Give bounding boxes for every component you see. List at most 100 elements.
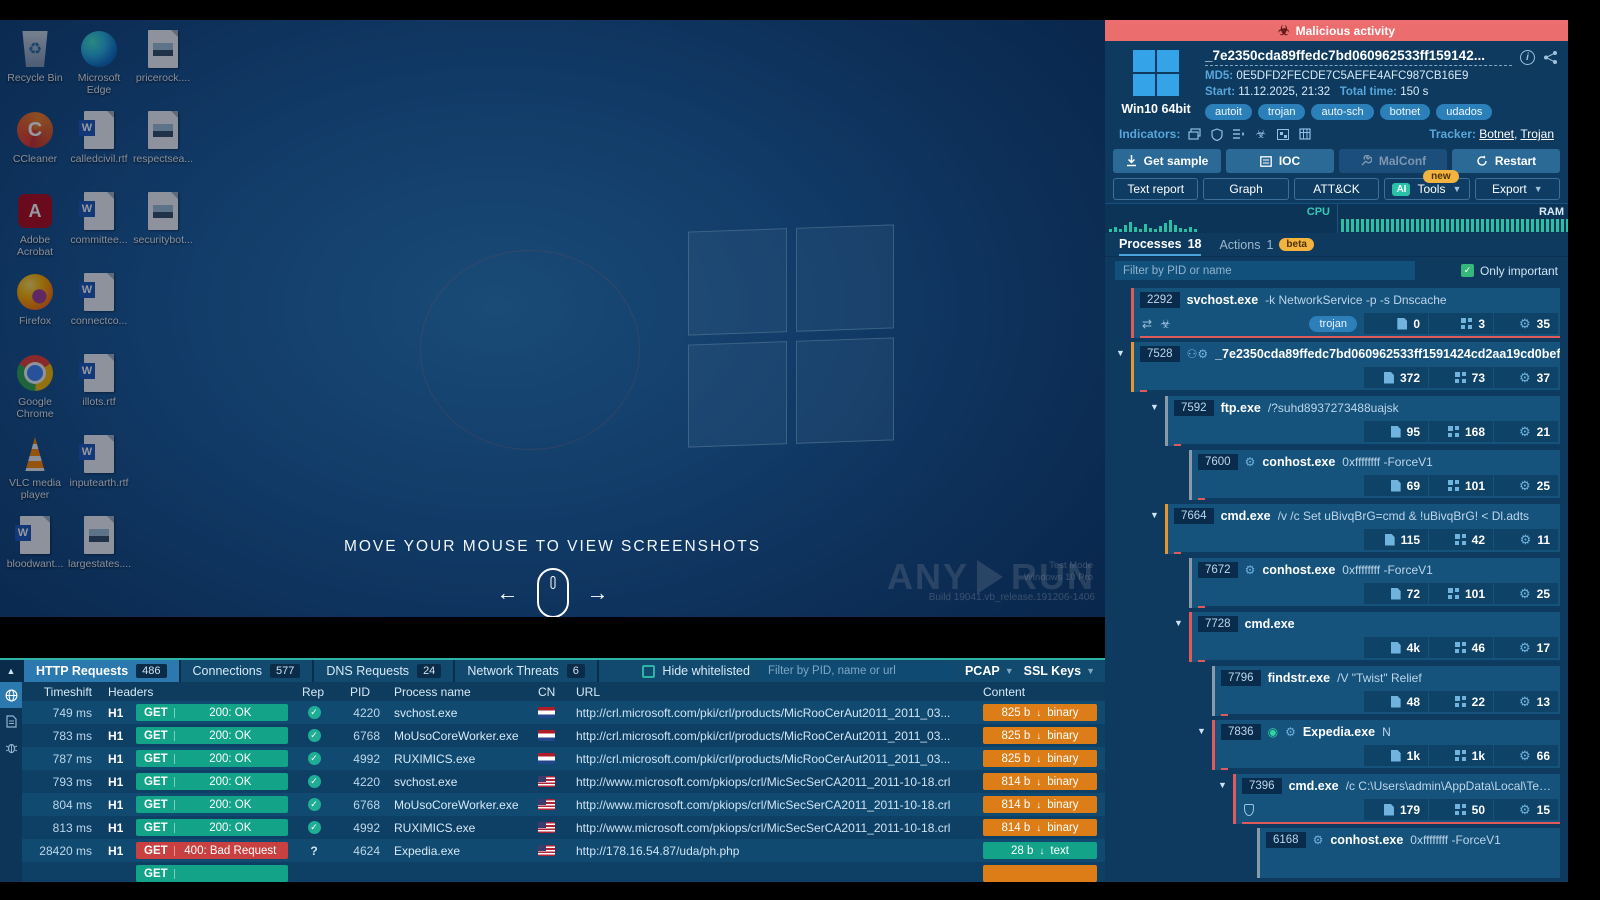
files-count[interactable]: 69 [1364, 475, 1428, 496]
files-count[interactable]: 115 [1364, 529, 1428, 550]
shield-indicator-icon[interactable] [1209, 127, 1224, 141]
biohazard-indicator-icon[interactable]: ☣ [1253, 127, 1268, 141]
files-count[interactable]: 48 [1364, 691, 1428, 712]
modules-count[interactable]: 101 [1429, 475, 1493, 496]
process-row-7664[interactable]: ▼7664cmd.exe/v /c Set uBivqBrG=cmd & !uB… [1165, 504, 1560, 554]
content-badge[interactable]: 814 bbinary [983, 796, 1097, 813]
export-button[interactable]: Export▼ [1475, 178, 1560, 200]
http-request-row[interactable]: 787 msH1GET200: OK4992RUXIMICS.exehttp:/… [22, 747, 1105, 770]
tab-connections[interactable]: Connections577 [181, 660, 313, 682]
registry-count[interactable]: 25 [1494, 475, 1558, 496]
tracker-link-trojan[interactable]: Trojan [1520, 127, 1554, 141]
ssl-keys-dropdown[interactable]: SSL Keys▼ [1024, 664, 1095, 678]
http-request-row[interactable]: 28420 msH1GET400: Bad Request4624Expedia… [22, 839, 1105, 862]
http-request-row[interactable]: 749 msH1GET200: OK4220svchost.exehttp://… [22, 701, 1105, 724]
tab-network-threats[interactable]: Network Threats6 [455, 660, 597, 682]
modules-count[interactable]: 1k [1429, 745, 1493, 766]
content-badge[interactable]: 825 bbinary [983, 750, 1097, 767]
list-indicator-icon[interactable] [1231, 127, 1246, 141]
modules-count[interactable]: 101 [1429, 583, 1493, 604]
collapse-branch-icon[interactable]: ▼ [1197, 726, 1206, 736]
files-count[interactable]: 95 [1364, 421, 1428, 442]
desktop-icon-image[interactable]: pricerock.... [132, 24, 194, 105]
collapse-branch-icon[interactable]: ▼ [1150, 510, 1159, 520]
registry-count[interactable]: 17 [1494, 637, 1558, 658]
modules-count[interactable]: 22 [1429, 691, 1493, 712]
collapse-branch-icon[interactable]: ▼ [1174, 618, 1183, 628]
files-count[interactable]: 0 [1364, 313, 1428, 334]
restart-button[interactable]: Restart [1452, 149, 1560, 173]
http-request-row[interactable]: 793 msH1GET200: OK4220svchost.exehttp://… [22, 770, 1105, 793]
http-request-row[interactable]: 783 msH1GET200: OK6768MoUsoCoreWorker.ex… [22, 724, 1105, 747]
content-badge[interactable]: 825 bbinary [983, 704, 1097, 721]
process-row-7600[interactable]: 7600⚙conhost.exe0xffffffff -ForceV169101… [1189, 450, 1560, 500]
files-indicator-icon[interactable] [1187, 127, 1202, 141]
collapse-branch-icon[interactable]: ▼ [1150, 402, 1159, 412]
files-count[interactable]: 72 [1364, 583, 1428, 604]
process-row-7836[interactable]: ▼7836◉⚙Expedia.exeN1k1k66 [1212, 720, 1560, 770]
files-count[interactable]: 372 [1364, 367, 1428, 388]
get-sample-button[interactable]: Get sample [1113, 149, 1221, 173]
modules-count[interactable]: 50 [1429, 799, 1493, 820]
pcap-dropdown[interactable]: PCAP▼ [965, 664, 1014, 678]
desktop-icon-image[interactable]: securitybot... [132, 186, 194, 267]
sample-name[interactable]: _7e2350cda89ffedc7bd060962533ff159142... [1205, 48, 1512, 66]
desktop-icon-ccleaner[interactable]: CCCleaner [4, 105, 66, 186]
content-badge[interactable] [983, 865, 1097, 882]
modules-count[interactable]: 3 [1429, 313, 1493, 334]
process-row-7672[interactable]: 7672⚙conhost.exe0xffffffff -ForceV172101… [1189, 558, 1560, 608]
desktop-icon-edge[interactable]: Microsoft Edge [68, 24, 130, 105]
process-row-7528[interactable]: ▼7528⚇⚙_7e2350cda89ffedc7bd060962533ff15… [1131, 342, 1560, 392]
http-request-row[interactable]: GET [22, 862, 1105, 882]
modules-count[interactable]: 46 [1429, 637, 1493, 658]
process-row-7396[interactable]: ▼7396cmd.exe/c C:\Users\admin\AppData\Lo… [1233, 774, 1560, 824]
registry-count[interactable]: 66 [1494, 745, 1558, 766]
content-badge[interactable]: 814 bbinary [983, 773, 1097, 790]
tab-actions[interactable]: Actions1 beta [1219, 233, 1314, 256]
desktop-icon-recycle[interactable]: Recycle Bin [4, 24, 66, 105]
content-badge[interactable]: 825 bbinary [983, 727, 1097, 744]
process-row-2292[interactable]: 2292svchost.exe-k NetworkService -p -s D… [1131, 288, 1560, 338]
tag-botnet[interactable]: botnet [1380, 104, 1431, 120]
graph-button[interactable]: Graph [1203, 178, 1288, 200]
desktop-icon-acrobat[interactable]: AAdobe Acrobat [4, 186, 66, 267]
process-row-7592[interactable]: ▼7592ftp.exe/?suhd8937273488uajsk9516821 [1165, 396, 1560, 446]
tag-autoit[interactable]: autoit [1205, 104, 1252, 120]
process-tag[interactable]: trojan [1309, 316, 1357, 332]
collapse-branch-icon[interactable]: ▼ [1116, 348, 1125, 358]
files-count[interactable]: 4k [1364, 637, 1428, 658]
desktop-icon-word[interactable]: connectco... [68, 267, 130, 348]
tag-auto-sch[interactable]: auto-sch [1311, 104, 1373, 120]
attack-button[interactable]: ATT&CK [1294, 178, 1379, 200]
collapse-panel-button[interactable]: ▲ [0, 660, 22, 682]
hide-whitelisted-checkbox[interactable]: Hide whitelisted [642, 664, 750, 678]
desktop-icon-vlc[interactable]: VLC media player [4, 429, 66, 510]
tab-dns-requests[interactable]: DNS Requests24 [314, 660, 453, 682]
network-filter-input[interactable] [760, 663, 955, 680]
registry-count[interactable]: 11 [1494, 529, 1558, 550]
desktop-icon-word[interactable]: illots.rtf [68, 348, 130, 429]
pattern-indicator-icon[interactable] [1275, 127, 1290, 141]
process-row-6168[interactable]: 6168⚙conhost.exe0xffffffff -ForceV1 [1257, 828, 1560, 878]
table-indicator-icon[interactable] [1297, 127, 1312, 141]
process-filter-input[interactable] [1115, 261, 1415, 280]
files-count[interactable]: 179 [1364, 799, 1428, 820]
ioc-button[interactable]: IOC [1226, 149, 1334, 173]
desktop-icon-firefox[interactable]: Firefox [4, 267, 66, 348]
http-request-row[interactable]: 804 msH1GET200: OK6768MoUsoCoreWorker.ex… [22, 793, 1105, 816]
content-badge[interactable]: 28 btext [983, 842, 1097, 859]
files-count[interactable]: 1k [1364, 745, 1428, 766]
tag-trojan[interactable]: trojan [1258, 104, 1306, 120]
info-icon[interactable]: i [1520, 50, 1535, 65]
content-badge[interactable]: 814 bbinary [983, 819, 1097, 836]
registry-count[interactable]: 37 [1494, 367, 1558, 388]
registry-count[interactable]: 13 [1494, 691, 1558, 712]
desktop-icon-word[interactable]: inputearth.rtf [68, 429, 130, 510]
process-row-7728[interactable]: ▼7728cmd.exe4k4617 [1189, 612, 1560, 662]
collapse-branch-icon[interactable]: ▼ [1218, 780, 1227, 790]
tab-http-requests[interactable]: HTTP Requests486 [24, 660, 179, 682]
tools-button[interactable]: AI Tools▼ new [1384, 178, 1469, 200]
registry-count[interactable]: 15 [1494, 799, 1558, 820]
modules-count[interactable]: 73 [1429, 367, 1493, 388]
only-important-checkbox[interactable]: Only important [1461, 264, 1558, 278]
